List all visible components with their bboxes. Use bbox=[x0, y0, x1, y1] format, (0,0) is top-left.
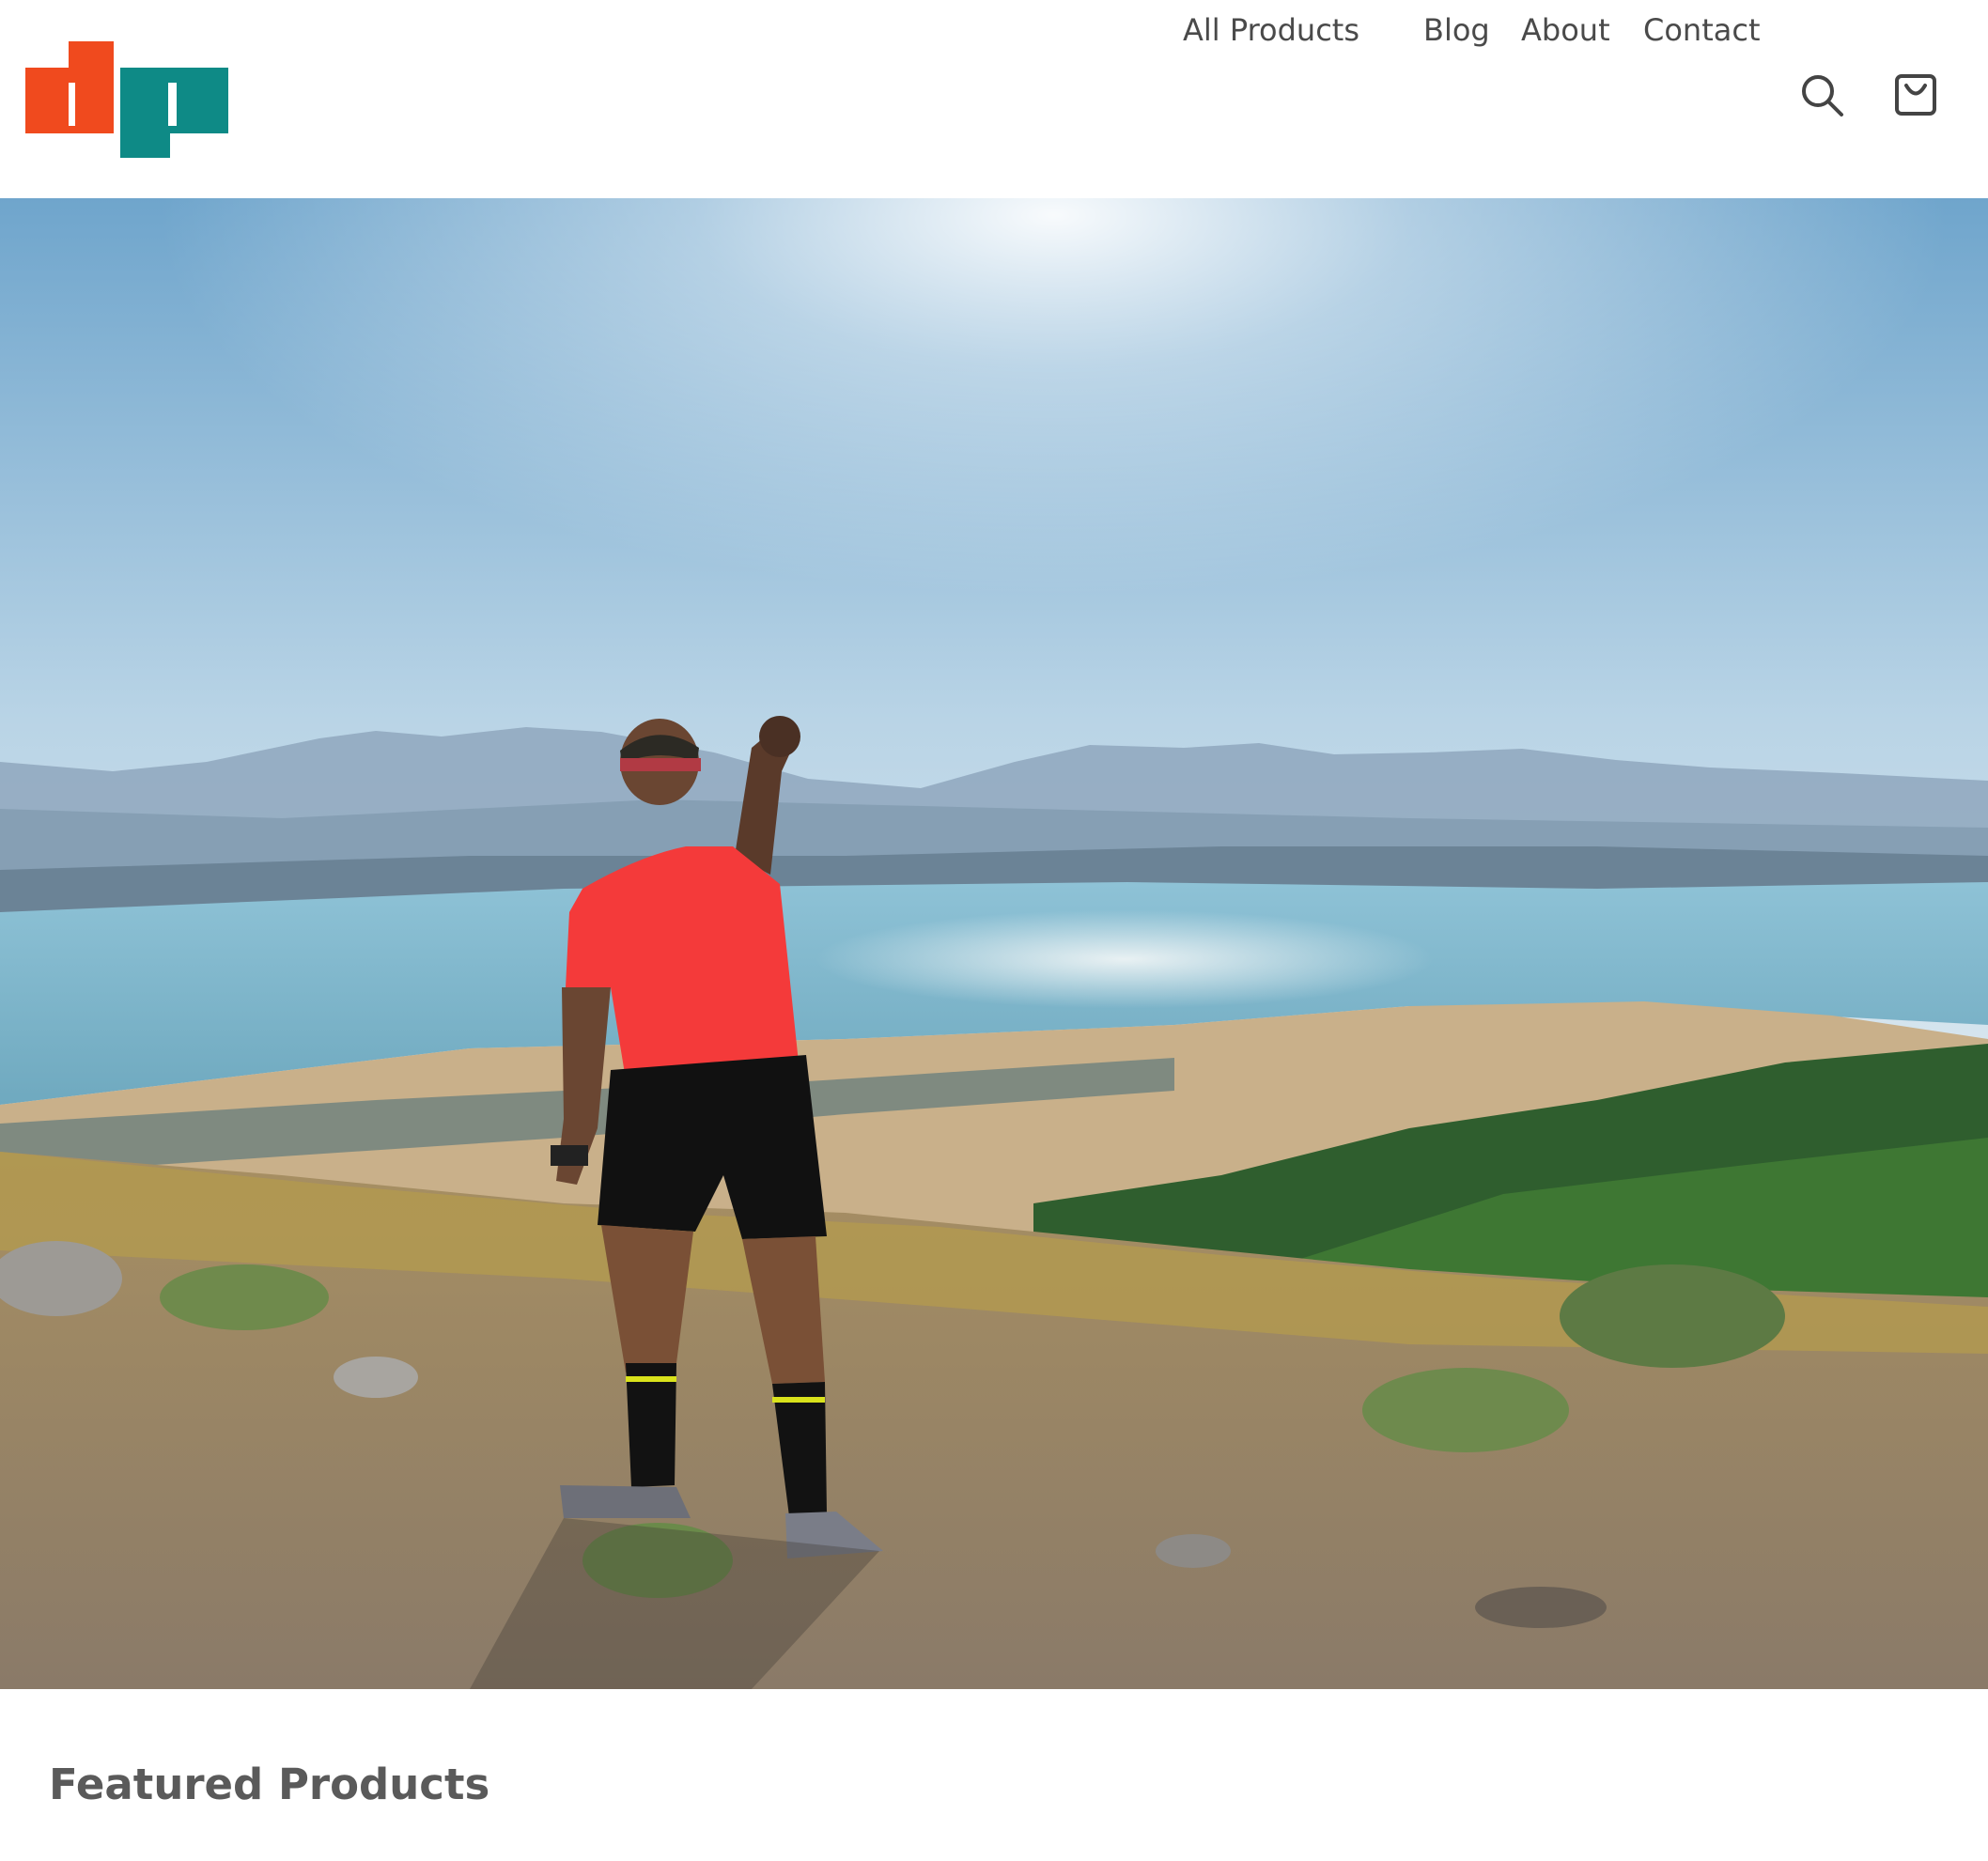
nav-all-products[interactable]: All Products bbox=[1183, 0, 1359, 60]
site-header: All Products Blog About Contact bbox=[0, 0, 1988, 198]
section-heading: Featured Products bbox=[49, 1760, 490, 1810]
hero-image bbox=[0, 198, 1988, 1689]
nav-blog[interactable]: Blog bbox=[1423, 0, 1490, 60]
nav-about[interactable]: About bbox=[1521, 0, 1610, 60]
shopping-bag-icon[interactable] bbox=[1892, 71, 1941, 120]
logo[interactable] bbox=[25, 41, 228, 158]
search-icon[interactable] bbox=[1798, 71, 1847, 120]
dp-logo-icon bbox=[25, 41, 228, 158]
nav-contact[interactable]: Contact bbox=[1643, 0, 1761, 60]
